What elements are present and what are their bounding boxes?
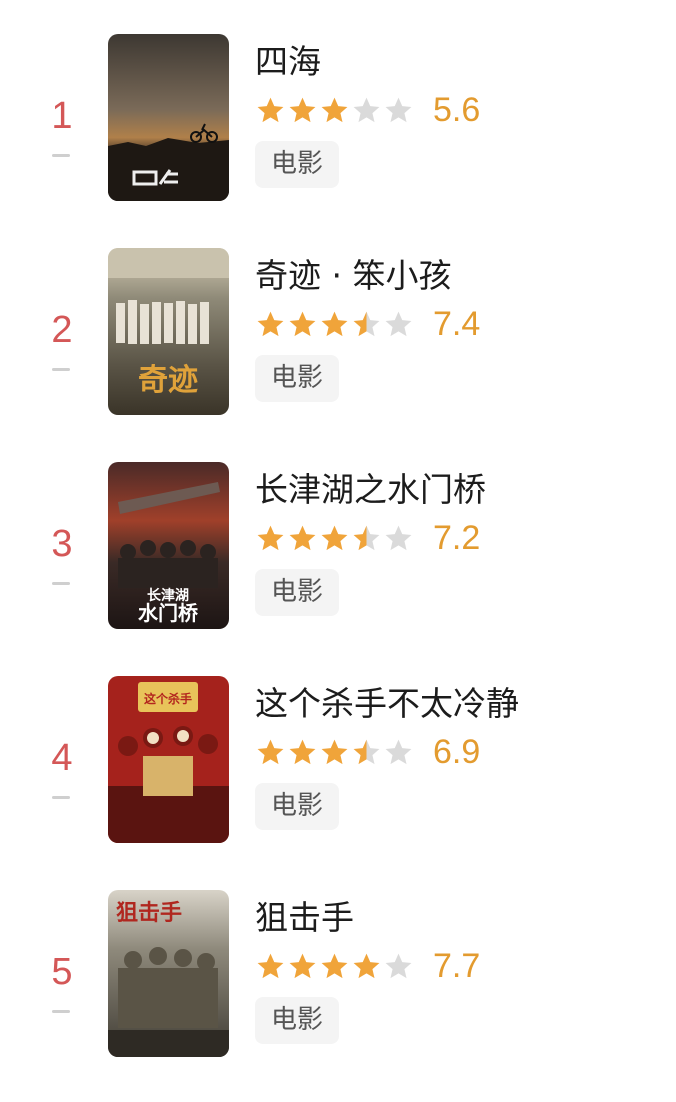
star-filled-icon [319,737,350,768]
star-filled-icon [287,95,318,126]
star-filled-icon [255,309,286,340]
poster-jujishou-image[interactable]: 狙击手 [108,890,229,1057]
poster-qiji-image[interactable]: 奇迹 [108,248,229,415]
star-filled-icon [287,951,318,982]
category-tag[interactable]: 电影 [255,997,339,1044]
star-filled-icon [319,95,350,126]
rating-stars [255,737,415,769]
star-half-icon [351,309,382,340]
rating-score: 6.9 [433,733,481,771]
movie-title[interactable]: 长津湖之水门桥 [255,468,486,512]
star-empty-icon [383,737,414,768]
movie-item[interactable]: 3 长津湖 水门桥 长津湖之水门桥 7.2 电影 [0,460,676,674]
movie-ranking-list: 1 四海 5.6 电影 2 奇迹 奇迹 · 笨小孩 7.4 电影 3 长津湖 水… [0,0,676,1076]
rating-score: 7.2 [433,519,481,557]
star-filled-icon [351,951,382,982]
rank-change-indicator [52,368,70,371]
rank-change-indicator [52,796,70,799]
star-half-icon [351,523,382,554]
svg-text:水门桥: 水门桥 [138,601,199,625]
star-filled-icon [255,95,286,126]
rating-stars [255,523,415,555]
category-tag[interactable]: 电影 [255,141,339,188]
rank-number: 3 [51,523,73,565]
star-empty-icon [383,523,414,554]
star-filled-icon [287,523,318,554]
star-empty-icon [383,95,414,126]
rank-change-indicator [52,154,70,157]
star-filled-icon [319,523,350,554]
poster-sihai-image[interactable] [108,34,229,201]
star-filled-icon [255,951,286,982]
rank-change-indicator [52,1010,70,1013]
poster-shashou-image[interactable]: 这个杀手 [108,676,229,843]
rating-stars [255,95,415,127]
movie-item[interactable]: 5 狙击手 狙击手 7.7 电影 [0,888,676,1102]
rating-score: 5.6 [433,91,481,129]
rating-stars [255,309,415,341]
rank-number: 4 [51,737,73,779]
category-tag[interactable]: 电影 [255,355,339,402]
category-tag[interactable]: 电影 [255,783,339,830]
rank-change-indicator [52,582,70,585]
rating-score: 7.7 [433,947,481,985]
star-half-icon [351,737,382,768]
star-filled-icon [255,523,286,554]
movie-title[interactable]: 四海 [255,40,321,84]
svg-text:这个杀手: 这个杀手 [144,691,192,706]
movie-title[interactable]: 这个杀手不太冷静 [255,682,519,726]
star-empty-icon [383,309,414,340]
poster-shuimenqiao-image[interactable]: 长津湖 水门桥 [108,462,229,629]
rank-number: 1 [51,95,73,137]
movie-item[interactable]: 4 这个杀手 这个杀手不太冷静 6.9 电影 [0,674,676,888]
star-filled-icon [319,951,350,982]
rating-stars [255,951,415,983]
star-filled-icon [287,309,318,340]
star-filled-icon [287,737,318,768]
category-tag[interactable]: 电影 [255,569,339,616]
movie-item[interactable]: 2 奇迹 奇迹 · 笨小孩 7.4 电影 [0,246,676,460]
rank-number: 5 [51,951,73,993]
rank-number: 2 [51,309,73,351]
rating-score: 7.4 [433,305,481,343]
star-filled-icon [319,309,350,340]
star-empty-icon [351,95,382,126]
svg-text:狙击手: 狙击手 [116,901,182,926]
movie-title[interactable]: 奇迹 · 笨小孩 [255,254,451,298]
movie-title[interactable]: 狙击手 [255,896,354,940]
star-filled-icon [255,737,286,768]
star-empty-icon [383,951,414,982]
svg-text:奇迹: 奇迹 [138,363,198,398]
movie-item[interactable]: 1 四海 5.6 电影 [0,32,676,246]
